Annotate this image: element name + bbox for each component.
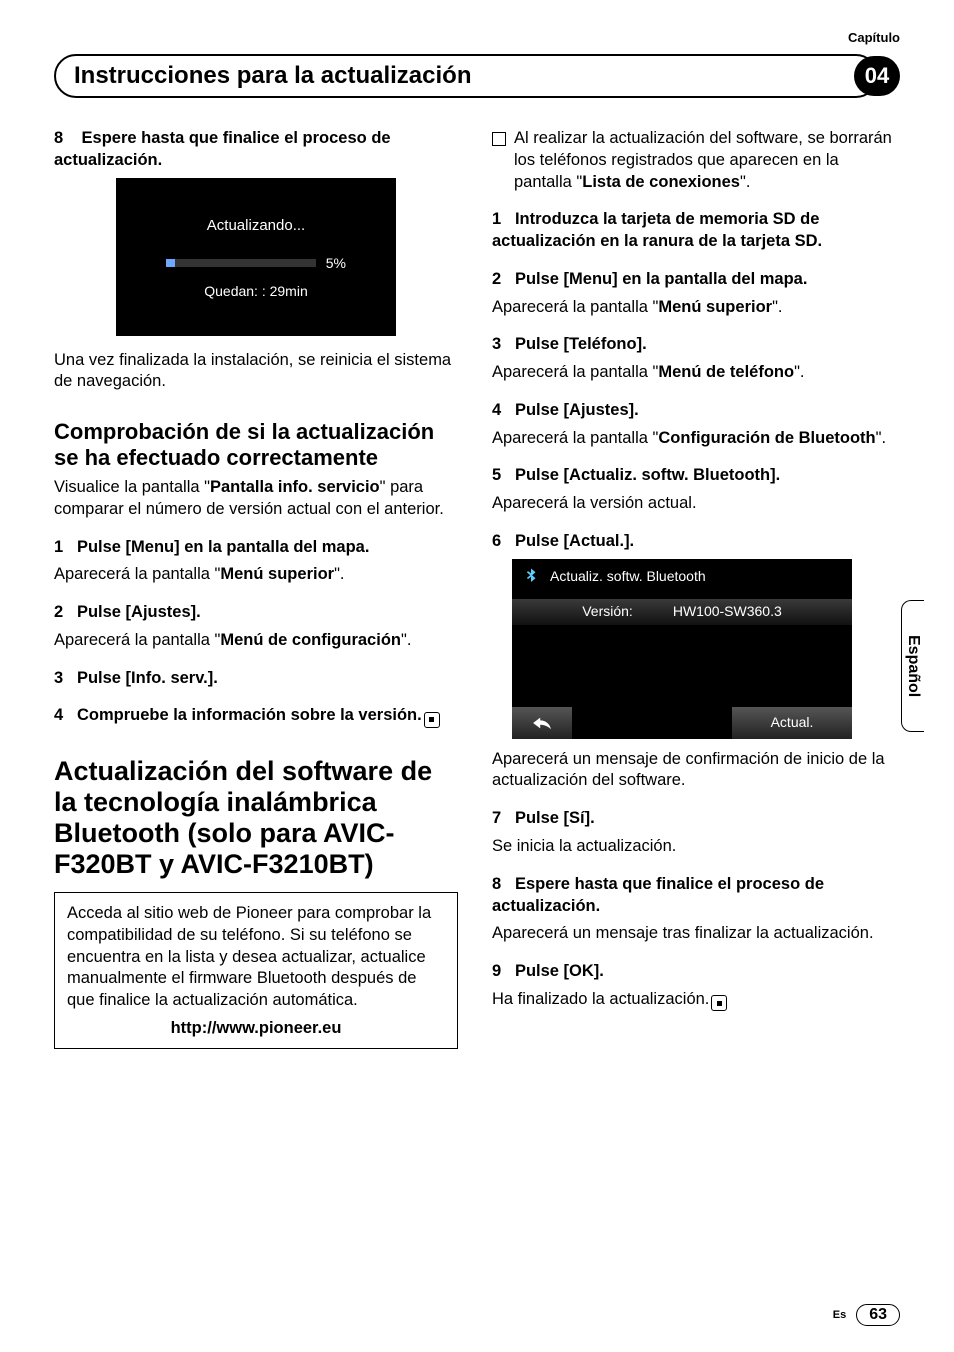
time-remaining: Quedan: : 29min <box>116 282 396 300</box>
step-title: Espere hasta que finalice el proceso de … <box>54 129 391 169</box>
body-text: Aparecerá la pantalla "Menú superior". <box>54 564 458 586</box>
step-heading: 1 Introduzca la tarjeta de memoria SD de… <box>492 209 896 253</box>
chapter-label: Capítulo <box>848 30 900 45</box>
main-heading: Actualización del software de la tecnolo… <box>54 756 458 880</box>
step-heading: 3 Pulse [Teléfono]. <box>492 334 896 356</box>
updating-screenshot: Actualizando... 5% Quedan: : 29min <box>116 178 396 336</box>
page-number: 63 <box>856 1304 900 1326</box>
body-text: Una vez finalizada la instalación, se re… <box>54 350 458 394</box>
right-column: Al realizar la actualización del softwar… <box>492 128 896 1049</box>
actual-button[interactable]: Actual. <box>732 707 852 739</box>
step-number: 8 <box>54 129 63 147</box>
step-heading: 8 Espere hasta que finalice el proceso d… <box>492 874 896 918</box>
note-box: Acceda al sitio web de Pioneer para comp… <box>54 892 458 1049</box>
body-text: Aparecerá un mensaje de confirmación de … <box>492 749 896 793</box>
body-text: Ha finalizado la actualización. <box>492 989 896 1012</box>
step-heading: 2 Pulse [Menu] en la pantalla del mapa. <box>492 269 896 291</box>
body-text: Visualice la pantalla "Pantalla info. se… <box>54 477 458 521</box>
section-heading: Comprobación de si la actualización se h… <box>54 419 458 471</box>
footer-lang: Es <box>833 1309 846 1321</box>
version-label: Versión: <box>582 602 633 620</box>
end-section-icon <box>711 995 727 1011</box>
back-arrow-icon <box>531 715 553 731</box>
screenshot-title: Actualiz. softw. Bluetooth <box>550 567 706 585</box>
end-section-icon <box>424 712 440 728</box>
step-heading: 1 Pulse [Menu] en la pantalla del mapa. <box>54 537 458 559</box>
body-text: Se inicia la actualización. <box>492 836 896 858</box>
step-heading: 4 Compruebe la información sobre la vers… <box>54 705 458 728</box>
step-heading: 9 Pulse [OK]. <box>492 961 896 983</box>
step-heading: 3 Pulse [Info. serv.]. <box>54 668 458 690</box>
body-text: Aparecerá la versión actual. <box>492 493 896 515</box>
chapter-number-badge: 04 <box>854 56 900 96</box>
progress-bar <box>166 259 316 267</box>
note-text: Acceda al sitio web de Pioneer para comp… <box>67 903 445 1012</box>
body-text: Aparecerá un mensaje tras finalizar la a… <box>492 923 896 945</box>
page-footer: Es 63 <box>833 1304 900 1326</box>
step-heading: 4 Pulse [Ajustes]. <box>492 400 896 422</box>
progress-percent: 5% <box>326 254 346 272</box>
step-heading: 5 Pulse [Actualiz. softw. Bluetooth]. <box>492 465 896 487</box>
progress-fill <box>166 259 175 267</box>
bluetooth-icon <box>522 567 540 585</box>
language-side-tab: Español <box>901 600 924 732</box>
manual-page: Capítulo Instrucciones para la actualiza… <box>0 0 954 1352</box>
updating-label: Actualizando... <box>116 216 396 236</box>
step-heading: 6 Pulse [Actual.]. <box>492 531 896 553</box>
body-text: Aparecerá la pantalla "Menú superior". <box>492 297 896 319</box>
chapter-title: Instrucciones para la actualización <box>54 54 878 98</box>
body-text: Aparecerá la pantalla "Menú de configura… <box>54 630 458 652</box>
body-text: Aparecerá la pantalla "Configuración de … <box>492 428 896 450</box>
note-url: http://www.pioneer.eu <box>67 1018 445 1040</box>
version-value: HW100-SW360.3 <box>673 602 782 620</box>
back-button[interactable] <box>512 707 573 739</box>
step-heading: 2 Pulse [Ajustes]. <box>54 602 458 624</box>
left-column: 8 Espere hasta que finalice el proceso d… <box>54 128 458 1049</box>
square-bullet-icon <box>492 132 506 146</box>
bluetooth-update-screenshot: Actualiz. softw. Bluetooth Versión: HW10… <box>512 559 852 739</box>
step-heading: 8 Espere hasta que finalice el proceso d… <box>54 128 458 172</box>
bullet-item: Al realizar la actualización del softwar… <box>492 128 896 199</box>
chapter-header: Instrucciones para la actualización 04 <box>54 54 900 98</box>
body-text: Al realizar la actualización del softwar… <box>514 128 896 193</box>
step-heading: 7 Pulse [Sí]. <box>492 808 896 830</box>
body-text: Aparecerá la pantalla "Menú de teléfono"… <box>492 362 896 384</box>
